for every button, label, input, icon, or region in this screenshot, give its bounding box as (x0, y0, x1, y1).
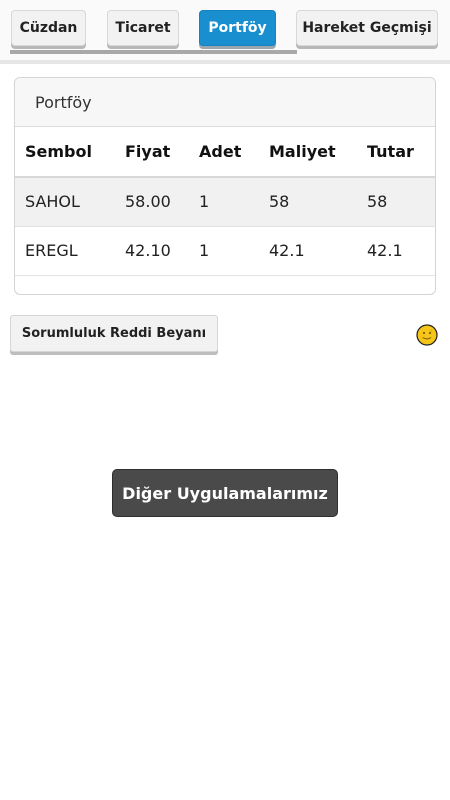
tab-scroll-indicator (10, 50, 297, 54)
other-apps-button[interactable]: Diğer Uygulamalarımız (112, 469, 338, 517)
tab-bar-divider (0, 60, 450, 64)
tab-portfoy[interactable]: Portföy (199, 10, 276, 46)
tab-ticaret[interactable]: Ticaret (107, 10, 179, 46)
column-header-adet: Adet (189, 127, 259, 178)
cell-sembol: EREGL (15, 226, 115, 276)
column-header-fiyat: Fiyat (115, 127, 189, 178)
cell-adet: 1 (189, 177, 259, 227)
column-header-tutar: Tutar (357, 127, 435, 178)
panel-title: Portföy (15, 78, 435, 127)
cell-maliyet: 42.1 (259, 226, 357, 276)
portfolio-table: Sembol Fiyat Adet Maliyet Tutar SAHOL 58… (15, 127, 435, 276)
cell-tutar: 58 (357, 177, 435, 227)
cell-tutar: 42.1 (357, 226, 435, 276)
portfolio-panel: Portföy Sembol Fiyat Adet Maliyet Tutar … (14, 77, 436, 295)
tab-cuzdan[interactable]: Cüzdan (11, 10, 86, 46)
tab-hareket-gecmisi[interactable]: Hareket Geçmişi (296, 10, 438, 46)
table-row: SAHOL 58.00 1 58 58 (15, 177, 435, 227)
cell-fiyat: 58.00 (115, 177, 189, 227)
cell-maliyet: 58 (259, 177, 357, 227)
cell-sembol: SAHOL (15, 177, 115, 227)
column-header-maliyet: Maliyet (259, 127, 357, 178)
table-row: EREGL 42.10 1 42.1 42.1 (15, 226, 435, 276)
cell-adet: 1 (189, 226, 259, 276)
cell-fiyat: 42.10 (115, 226, 189, 276)
column-header-sembol: Sembol (15, 127, 115, 178)
smiley-face-icon (416, 324, 438, 346)
table-header-row: Sembol Fiyat Adet Maliyet Tutar (15, 127, 435, 178)
disclaimer-button[interactable]: Sorumluluk Reddi Beyanı (10, 315, 218, 352)
